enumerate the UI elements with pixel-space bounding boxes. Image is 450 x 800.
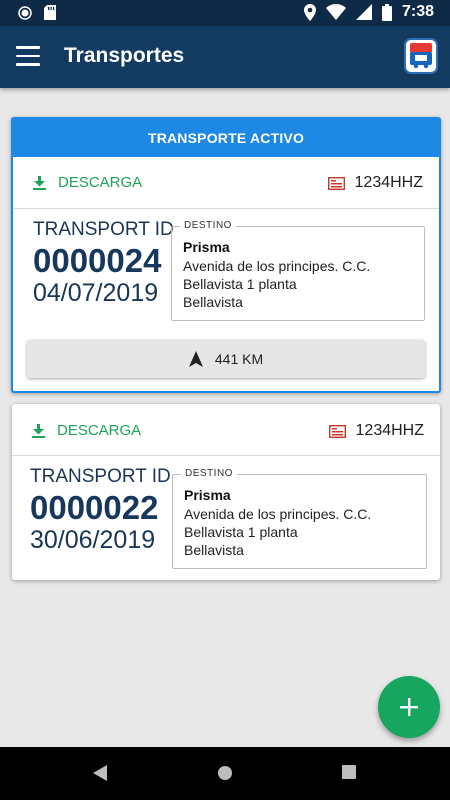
transport-card[interactable]: DESCARGA 1234HHZ TRANSPORT ID 0000022 30… bbox=[12, 404, 440, 580]
vehicle-plate-label: 1234HHZ bbox=[354, 174, 423, 191]
vehicle-plate: 1234HHZ bbox=[327, 174, 423, 192]
signal-icon bbox=[355, 4, 372, 20]
recents-icon[interactable] bbox=[342, 765, 356, 779]
system-nav-bar bbox=[0, 747, 450, 800]
transport-id-number: 0000022 bbox=[30, 489, 159, 526]
destination-address-line: Bellavista bbox=[183, 294, 243, 310]
active-transport-card[interactable]: TRANSPORTE ACTIVO DESCARGA 1234HHZ TRANS… bbox=[11, 117, 441, 393]
distance-button[interactable]: 441 KM bbox=[27, 340, 425, 378]
hamburger-menu-icon[interactable] bbox=[16, 46, 40, 68]
status-time: 7:38 bbox=[401, 3, 434, 20]
page-title: Transportes bbox=[64, 44, 185, 67]
destination-address-line: Avenida de los principes. C.C. bbox=[184, 506, 372, 522]
transport-date: 30/06/2019 bbox=[30, 526, 156, 554]
destination-address-line: Avenida de los principes. C.C. bbox=[183, 258, 371, 274]
status-bar: 7:38 bbox=[0, 0, 450, 26]
transport-type-label: DESCARGA bbox=[57, 422, 142, 439]
sd-card-icon bbox=[44, 5, 56, 20]
transport-id-number: 0000024 bbox=[33, 242, 162, 279]
home-icon[interactable] bbox=[217, 765, 233, 781]
destination-legend: DESTINO bbox=[181, 468, 237, 479]
distance-label: 441 KM bbox=[214, 351, 264, 367]
location-icon bbox=[303, 3, 316, 21]
truck-plate-icon bbox=[328, 424, 346, 438]
destination-name: Prisma bbox=[184, 487, 231, 503]
transport-type-label: DESCARGA bbox=[58, 174, 143, 191]
destination-name: Prisma bbox=[183, 239, 230, 255]
destination-address-line: Bellavista bbox=[184, 542, 244, 558]
battery-icon bbox=[381, 3, 392, 21]
record-icon bbox=[18, 5, 32, 20]
transport-type-row: DESCARGA 1234HHZ bbox=[12, 404, 440, 456]
destination-address-line: Bellavista 1 planta bbox=[183, 276, 297, 292]
app-logo-icon[interactable] bbox=[404, 38, 438, 74]
navigation-arrow-icon bbox=[188, 351, 203, 367]
vehicle-plate: 1234HHZ bbox=[328, 422, 424, 440]
vehicle-plate-label: 1234HHZ bbox=[355, 422, 424, 439]
destination-address-line: Bellavista 1 planta bbox=[184, 524, 298, 540]
app-bar: Transportes bbox=[0, 26, 450, 88]
transport-id-label: TRANSPORT ID bbox=[30, 466, 171, 487]
transport-id-block: TRANSPORT ID 0000024 04/07/2019 bbox=[33, 219, 174, 307]
back-icon[interactable] bbox=[93, 765, 107, 781]
transport-type: DESCARGA bbox=[33, 174, 142, 191]
destination-box: DESTINO Prisma Avenida de los principes.… bbox=[171, 220, 425, 321]
destination-box: DESTINO Prisma Avenida de los principes.… bbox=[172, 468, 427, 569]
transport-type-row: DESCARGA 1234HHZ bbox=[13, 157, 439, 209]
wifi-icon bbox=[325, 4, 346, 20]
truck-plate-icon bbox=[327, 176, 345, 190]
destination-legend: DESTINO bbox=[180, 220, 236, 231]
add-transport-button[interactable] bbox=[378, 676, 440, 738]
transport-id-label: TRANSPORT ID bbox=[33, 219, 174, 240]
download-icon bbox=[33, 175, 46, 190]
transport-date: 04/07/2019 bbox=[33, 279, 159, 307]
add-icon bbox=[400, 698, 418, 716]
active-transport-header: TRANSPORTE ACTIVO bbox=[13, 119, 439, 157]
transport-id-block: TRANSPORT ID 0000022 30/06/2019 bbox=[30, 466, 171, 554]
download-icon bbox=[32, 423, 45, 438]
transport-type: DESCARGA bbox=[32, 422, 141, 439]
